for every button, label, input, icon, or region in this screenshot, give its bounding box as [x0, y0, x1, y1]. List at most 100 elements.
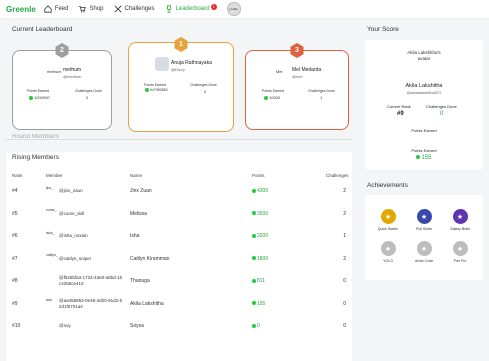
row-member[interactable]: aa4 @aa456853-0e46-4d20-81d2-b2d1f0701a4: [46, 293, 130, 316]
score-challenges-label: Challenges Done: [426, 104, 457, 109]
col-member: Member: [46, 172, 63, 178]
row-member[interactable]: caitlyn_ @caitlyn_sniper: [46, 248, 130, 271]
row-points: 0: [252, 315, 326, 338]
table-row[interactable]: #6 isha_ @isha_noxian Isha 3200 1: [12, 225, 352, 248]
achievement-label: Galaxy Brain: [449, 227, 471, 231]
member-name: Mel Medarda: [292, 67, 322, 73]
row-name: Jinx Zuan: [130, 188, 152, 195]
achievement-label: Pair Pro: [453, 259, 467, 263]
achievement-item[interactable]: ★ Quick Starter: [373, 209, 403, 231]
profile-avatar[interactable]: profile: [226, 2, 241, 16]
row-points: 155: [252, 293, 326, 316]
top-nav: Greenle Feed Shop Challenges Leaderboard…: [0, 0, 489, 19]
avatar: curse_: [46, 208, 57, 213]
row-points: 3500: [252, 203, 326, 226]
table-row[interactable]: #4 jinx_ @jinx_zaun Jinx Zuan 4300 2: [12, 180, 352, 203]
col-points: Points: [252, 172, 265, 178]
member-username: @Dizzy: [171, 67, 185, 72]
row-member[interactable]: @soy: [46, 315, 130, 338]
avatar: aa4: [46, 298, 52, 303]
row-member[interactable]: curse_ @curse_doll: [46, 203, 130, 226]
achievement-label: Arctic Code: [414, 259, 434, 263]
achievements-panel: ★ Quick Starter ★ Pull Shark ★ Galaxy Brain ★ Y…: [365, 195, 483, 280]
rank-badge: 2: [55, 43, 69, 58]
score-name: Akila Lakshitha: [405, 83, 443, 89]
leaderboard-card-1[interactable]: 1 Anuja Rathnayaka @Dizzy Points Earned …: [128, 37, 234, 132]
points-value: 1000000: [29, 95, 50, 100]
rank-badge: 3: [290, 43, 304, 58]
score-challenges-value: 0: [440, 111, 444, 117]
points-label: Points Earned: [262, 89, 284, 93]
pair-badge-icon: ★: [452, 241, 468, 256]
row-challenges: 0: [343, 323, 346, 330]
row-name: Isha: [130, 233, 140, 240]
row-rank: #7: [12, 255, 18, 262]
arctic-badge-icon: ★: [416, 241, 432, 256]
member-handle: @aa456853-0e46-4d20-81d2-b2d1f0701a4: [59, 297, 123, 309]
leaderboard-title: Current Leaderboard: [12, 26, 73, 33]
member-handle: @f826bfa3-1732-43e0-a0bd-1bc4255ce410: [59, 275, 123, 287]
member-username: @methum: [63, 74, 82, 79]
nav-shop[interactable]: Shop: [78, 5, 104, 13]
row-points: 4300: [252, 180, 326, 203]
score-username: @akilalakshitha572: [406, 90, 442, 95]
col-name: Name: [130, 172, 143, 178]
score-points-value: 155: [365, 155, 483, 161]
rising-title: Rising Members: [12, 154, 59, 161]
achievement-item[interactable]: ★ Arctic Code: [409, 241, 439, 263]
avatar: jinx_: [46, 185, 54, 190]
row-challenges: 0: [343, 300, 346, 307]
row-member[interactable]: isha_ @isha_noxian: [46, 225, 130, 248]
col-challenges: Challenges: [326, 172, 349, 178]
score-rank-value: #9: [397, 111, 404, 117]
divider: [6, 139, 352, 140]
member-handle: @isha_noxian: [59, 233, 88, 239]
challenges-label: Challenges Done: [190, 83, 217, 87]
challenges-value: 1: [320, 95, 323, 100]
row-member[interactable]: jinx_ @jinx_zaun: [46, 180, 130, 203]
yolo-badge-icon: ★: [380, 241, 396, 256]
notification-badge: 1: [210, 3, 217, 10]
leaderboard-card-3[interactable]: 3 Mel Mel Medarda @mel Points Earned Cha…: [245, 43, 349, 130]
rising-table: Rank Member Name Points Challenges #4 jin…: [12, 170, 352, 338]
achievement-item[interactable]: ★ YOLO: [373, 241, 403, 263]
nav-leaderboard[interactable]: Leaderboard 1: [165, 3, 217, 13]
row-name: Melissa: [130, 210, 147, 217]
row-name: Caitlyn Kiramman: [130, 255, 170, 262]
score-rank-label: Current Rank: [387, 104, 411, 109]
avatar: isha_: [46, 230, 55, 235]
points-label: Points Earned: [27, 89, 49, 93]
achievement-label: Quick Starter: [377, 227, 399, 231]
leaderboard-card-2[interactable]: 2 methum methum @methum Points Earned Ch…: [12, 43, 112, 130]
nav-feed[interactable]: Feed: [44, 5, 68, 13]
nav-challenges[interactable]: Challenges: [114, 5, 155, 13]
table-row[interactable]: #9 aa4 @aa456853-0e46-4d20-81d2-b2d1f0701a…: [12, 293, 352, 316]
shark-badge-icon: ★: [416, 209, 432, 224]
challenges-value: 0: [86, 95, 89, 100]
avatar: [46, 321, 57, 332]
row-name: Akila Lakshitha: [130, 300, 164, 307]
row-rank: #5: [12, 210, 18, 217]
table-row[interactable]: #5 curse_ @curse_doll Melissa 3500 2: [12, 203, 352, 226]
rising-members-panel: Rising Members Rank Member Name Points C…: [6, 152, 352, 361]
table-row[interactable]: #8 @f826bfa3-1732-43e0-a0bd-1bc4255ce410 T…: [12, 270, 352, 293]
nav-leaderboard-label: Leaderboard: [175, 6, 210, 12]
row-challenges: 0: [343, 278, 346, 285]
member-handle: @jinx_zaun: [59, 188, 83, 194]
achievements-title: Achievements: [367, 182, 408, 189]
table-row[interactable]: #7 caitlyn_ @caitlyn_sniper Caitlyn Kiramma…: [12, 248, 352, 271]
swords-icon: [114, 5, 121, 13]
row-name: Thanuga: [130, 278, 150, 285]
app-logo[interactable]: Greenle: [6, 5, 36, 14]
row-member[interactable]: @f826bfa3-1732-43e0-a0bd-1bc4255ce410: [46, 270, 130, 293]
achievement-item[interactable]: ★ Galaxy Brain: [445, 209, 475, 231]
row-rank: #6: [12, 233, 18, 240]
member-handle: @curse_doll: [59, 210, 85, 216]
table-row[interactable]: #10 @soy Soysa 0 0: [12, 315, 352, 338]
row-challenges: 2: [343, 210, 346, 217]
achievement-item[interactable]: ★ Pull Shark: [409, 209, 439, 231]
achievement-item[interactable]: ★ Pair Pro: [445, 241, 475, 263]
row-points: 811: [252, 270, 326, 293]
rising-ghost-title: Rising Members: [12, 134, 59, 138]
row-rank: #4: [12, 188, 18, 195]
